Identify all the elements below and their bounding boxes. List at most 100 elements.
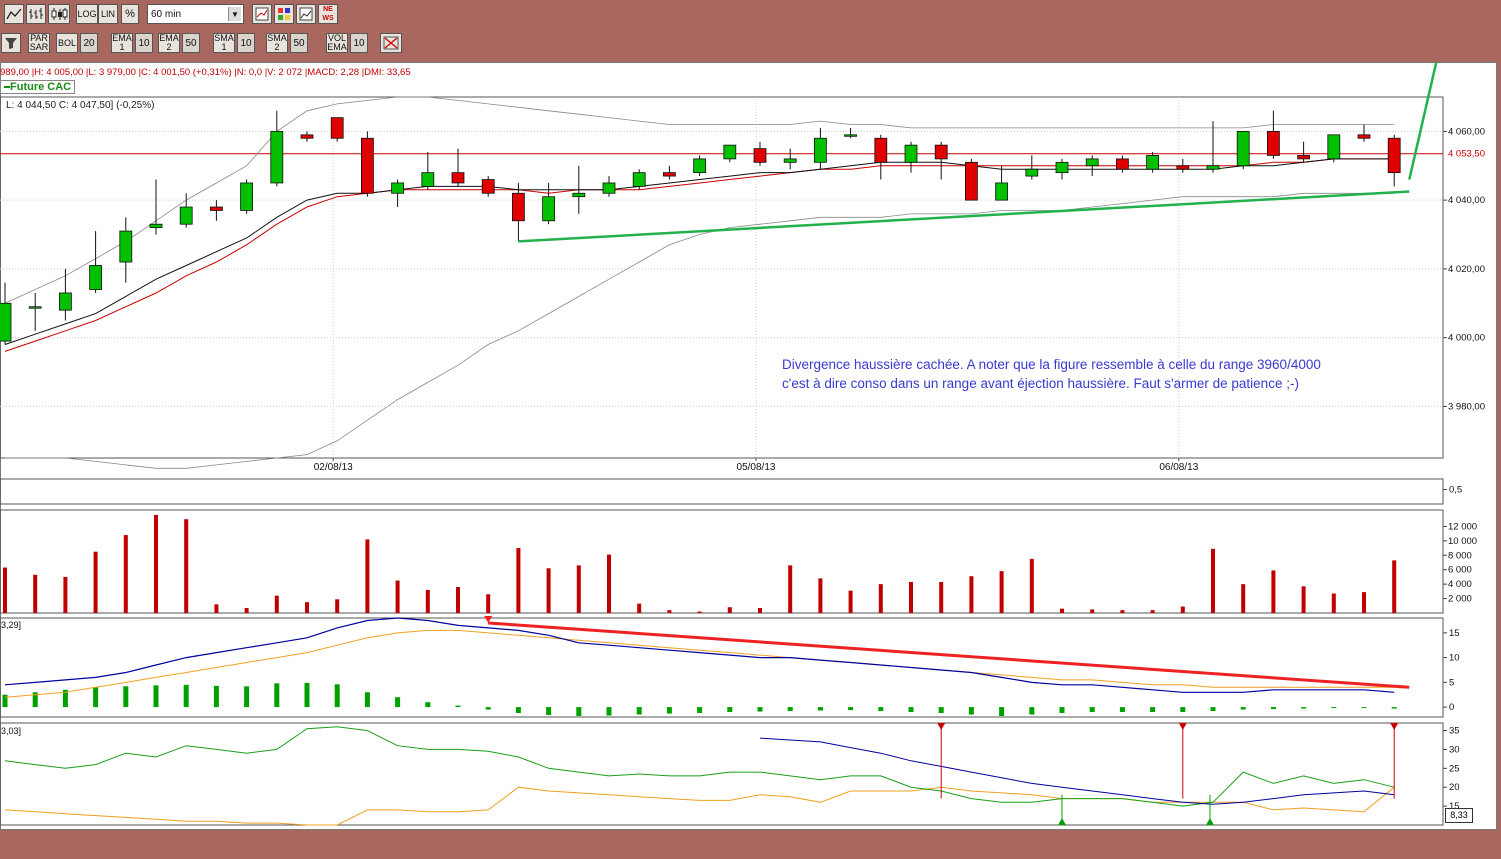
volume-bar	[1180, 606, 1185, 613]
volume-bar	[365, 539, 370, 613]
bullish-candle	[995, 182, 1008, 201]
y-tick-label: 20	[1449, 782, 1460, 793]
macd-histogram-bar	[425, 702, 431, 708]
bearish-candle	[481, 179, 495, 194]
volume-bar	[939, 581, 944, 613]
macd-histogram-bar	[364, 692, 370, 708]
bullish-candle	[783, 158, 797, 163]
sma2-button[interactable]: SMA 2	[266, 33, 288, 53]
volema-button[interactable]: VOL EMA	[326, 33, 348, 53]
ema1-button[interactable]: EMA 1	[111, 33, 133, 53]
last-price-label: 4 053,50	[1448, 149, 1485, 160]
news-icon[interactable]: NE WS	[318, 4, 338, 24]
bar-chart-icon[interactable]	[26, 4, 46, 24]
volume-bar	[154, 514, 158, 613]
macd-histogram-bar	[455, 705, 461, 708]
macd-histogram-bar	[334, 684, 340, 708]
volema-period[interactable]: 10	[350, 33, 368, 53]
palette-icon[interactable]	[274, 4, 294, 24]
bullish-candle	[391, 182, 405, 194]
bearish-candle	[1267, 130, 1280, 156]
y-tick-label: 3 980,00	[1448, 401, 1485, 412]
volume-bar	[1362, 592, 1366, 613]
volume-bar	[425, 589, 430, 613]
macd-signal-line	[4, 629, 1395, 698]
volume-bar	[1211, 548, 1215, 613]
bullish-candle	[0, 302, 12, 342]
volume-bar	[63, 576, 68, 613]
macd-histogram-bar	[244, 686, 250, 708]
dmi-value-box: 8,33	[1445, 808, 1473, 823]
macd-histogram-bar	[848, 707, 854, 711]
chart-svg: 02/08/13 05/08/13 06/08/13 3 980,00 4 000,00…	[0, 62, 1496, 826]
bullish-candle	[28, 306, 42, 309]
macd-line	[4, 617, 1395, 693]
instrument-label: Future CAC	[0, 80, 76, 94]
sma1-button[interactable]: SMA 1	[213, 33, 235, 53]
compare-icon[interactable]	[252, 4, 272, 24]
bearish-candle	[1116, 158, 1129, 170]
y-tick-label: 35	[1449, 726, 1460, 737]
bullish-candle	[844, 134, 857, 137]
percent-button[interactable]: %	[121, 4, 139, 24]
volume-bar	[1120, 610, 1125, 613]
volume-bar	[1301, 586, 1306, 613]
line-chart-icon[interactable]	[4, 4, 24, 24]
bearish-candle	[965, 161, 978, 201]
bullish-candle	[602, 182, 616, 194]
candlestick-icon[interactable]	[48, 4, 70, 24]
sell-signal-icon	[1178, 723, 1187, 730]
bullish-candle	[89, 265, 102, 290]
bullish-candle	[693, 158, 706, 174]
y-tick-label: 30	[1449, 744, 1460, 755]
ema2-button[interactable]: EMA 2	[158, 33, 180, 53]
volume-bar	[123, 535, 128, 613]
bullish-candle	[270, 130, 284, 184]
ema1-line	[4, 158, 1395, 345]
sell-signal-icon	[1390, 723, 1399, 730]
panel-price	[0, 96, 1444, 459]
chart-settings-icon[interactable]	[296, 4, 316, 24]
macd-histogram-bar	[878, 707, 884, 712]
log-button[interactable]: LOG	[76, 4, 98, 24]
bullish-candle	[542, 196, 555, 222]
lin-button[interactable]: LIN	[98, 4, 118, 24]
bearish-candle	[663, 172, 676, 177]
bearish-candle	[1357, 134, 1371, 139]
volume-bar	[697, 611, 702, 613]
bearish-candle	[360, 137, 374, 194]
panel-osc	[0, 478, 1444, 505]
macd-histogram-bar	[1029, 707, 1035, 715]
bol-button[interactable]: BOL	[56, 33, 78, 53]
sma1-period[interactable]: 10	[237, 33, 255, 53]
y-tick-label: 12 000	[1448, 521, 1477, 532]
volume-bar	[607, 554, 611, 613]
y-tick-label: 25	[1449, 763, 1460, 774]
bearish-candle	[300, 134, 314, 139]
parsar-button[interactable]: PAR SAR	[28, 33, 50, 53]
macd-histogram-bar	[727, 707, 733, 713]
volume-bar	[1331, 593, 1336, 613]
macd-histogram-bar	[787, 707, 793, 712]
y-tick-label: 0,5	[1449, 485, 1462, 496]
macd-histogram-bar	[274, 683, 280, 708]
draw-tool-icon[interactable]	[380, 33, 402, 53]
macd-histogram-bar	[636, 707, 642, 715]
y-tick-label: 5	[1449, 677, 1454, 688]
macd-histogram-bar	[697, 707, 703, 714]
macd-histogram-bar	[666, 707, 672, 714]
macd-value-label: 3,29]	[1, 620, 22, 630]
volume-bar	[184, 519, 189, 613]
sma2-period[interactable]: 50	[290, 33, 308, 53]
volume-bar	[516, 548, 521, 613]
ema2-period[interactable]: 50	[182, 33, 200, 53]
filter-icon[interactable]	[1, 33, 21, 53]
bullish-candle	[632, 172, 646, 187]
y-tick-label: 4 000,00	[1448, 333, 1485, 344]
volume-bar	[758, 607, 762, 613]
bol-period[interactable]: 20	[80, 33, 98, 53]
ema1-period[interactable]: 10	[135, 33, 153, 53]
y-tick-label: 4 040,00	[1448, 195, 1485, 206]
timeframe-select[interactable]: 60 min ▼	[147, 4, 244, 24]
macd-histogram-bar	[515, 707, 521, 714]
